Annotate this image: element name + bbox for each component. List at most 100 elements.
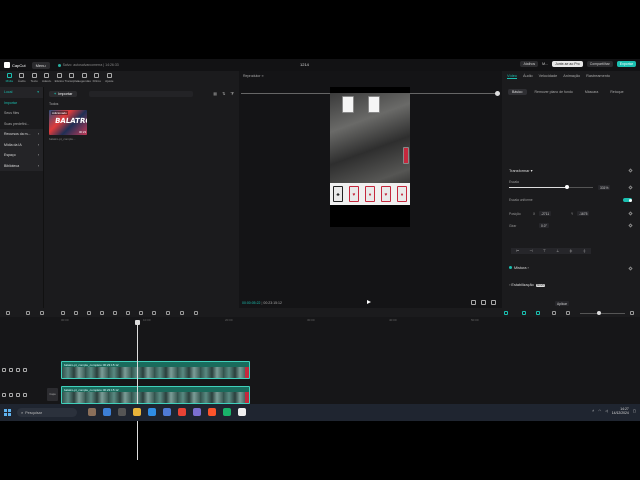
align-right-icon[interactable]: ⊣ bbox=[524, 248, 537, 254]
menu-icon[interactable]: ≡ bbox=[262, 74, 264, 78]
split-icon[interactable] bbox=[61, 311, 65, 315]
transform-section-title[interactable]: Transformar ▾ bbox=[509, 168, 533, 173]
lock-icon[interactable] bbox=[2, 393, 6, 397]
sidebar-item-import[interactable]: Importar bbox=[0, 98, 43, 109]
mirror-icon[interactable] bbox=[139, 311, 143, 315]
magnet-icon[interactable] bbox=[536, 311, 540, 315]
sidebar-item-your-files[interactable]: Seus files bbox=[0, 108, 43, 119]
speaker-icon[interactable] bbox=[16, 368, 20, 372]
taskbar-clock[interactable]: 14:27 14/12/2024 bbox=[612, 407, 629, 415]
task-view-icon[interactable] bbox=[118, 408, 126, 416]
app-icon[interactable] bbox=[193, 408, 201, 416]
keyframe-icon[interactable] bbox=[628, 211, 633, 216]
export-button[interactable]: Exportar bbox=[616, 61, 636, 67]
cover-button[interactable]: Capa bbox=[47, 388, 58, 401]
subtab-retouch[interactable]: Retoque bbox=[606, 89, 627, 95]
blend-section-title[interactable]: Mistura › bbox=[509, 266, 529, 270]
project-title[interactable]: 1214 bbox=[300, 62, 309, 67]
keyframe-icon[interactable] bbox=[628, 266, 633, 271]
ai-icon[interactable] bbox=[180, 311, 184, 315]
sidebar-item-space[interactable]: Espaço › bbox=[0, 150, 43, 161]
player-progress-knob[interactable] bbox=[495, 91, 500, 96]
link-icon[interactable] bbox=[522, 311, 526, 315]
blend-enabled-icon[interactable] bbox=[509, 266, 512, 269]
windows-start-icon[interactable] bbox=[4, 409, 11, 416]
freeze-icon[interactable] bbox=[113, 311, 117, 315]
taskbar-search[interactable]: ⌕ Pesquisar bbox=[17, 408, 77, 417]
sidebar-item-ai-media[interactable]: Mídia da IA › bbox=[0, 139, 43, 150]
menu-button[interactable]: Menu bbox=[31, 61, 50, 69]
timeline-clip[interactable]: balatro-pt_comple_completo 00:23:15:12 bbox=[61, 386, 250, 404]
media-filter-all[interactable]: Todos bbox=[49, 102, 58, 106]
tool-text[interactable]: Texto bbox=[28, 71, 41, 85]
play-icon[interactable] bbox=[367, 300, 371, 304]
chrome-icon[interactable] bbox=[178, 408, 186, 416]
chevron-up-icon[interactable]: ˄ bbox=[592, 409, 594, 413]
copilot-icon[interactable] bbox=[103, 408, 111, 416]
tab-audio[interactable]: Áudio bbox=[523, 74, 533, 79]
align-bottom-icon[interactable]: ⊥ bbox=[551, 248, 564, 254]
crop-icon[interactable] bbox=[166, 311, 170, 315]
uniform-scale-toggle[interactable] bbox=[623, 198, 632, 202]
subtab-basic[interactable]: Básico bbox=[508, 89, 527, 95]
sidebar-item-media-resources[interactable]: Recursos da m... › bbox=[0, 129, 43, 140]
speaker-icon[interactable] bbox=[16, 393, 20, 397]
edge-icon[interactable] bbox=[148, 408, 156, 416]
mask-icon[interactable] bbox=[100, 311, 104, 315]
align-center-h-icon[interactable]: ╪ bbox=[564, 248, 577, 254]
keyframe-icon[interactable] bbox=[628, 168, 633, 173]
delete-icon[interactable] bbox=[87, 311, 91, 315]
aspect-ratio-icon[interactable] bbox=[481, 300, 486, 305]
import-button[interactable]: + Importar bbox=[49, 91, 78, 97]
keyframe-icon[interactable] bbox=[628, 223, 633, 228]
tab-speed[interactable]: Velocidade bbox=[539, 74, 558, 79]
zoom-out-icon[interactable] bbox=[566, 311, 570, 315]
position-x-field[interactable]: -2711 bbox=[539, 211, 552, 216]
tab-video[interactable]: Vídeo bbox=[507, 74, 517, 79]
align-center-v-icon[interactable]: ┼ bbox=[578, 248, 591, 254]
filter-icon[interactable]: ⧩ bbox=[230, 91, 234, 96]
grid-view-icon[interactable]: ▦ bbox=[213, 91, 217, 96]
rotate-icon[interactable] bbox=[152, 311, 156, 315]
tool-adjust[interactable]: Ajuste bbox=[103, 71, 116, 85]
playhead[interactable] bbox=[137, 320, 138, 460]
keyframe-icon[interactable] bbox=[628, 185, 633, 190]
transform-icon[interactable] bbox=[194, 311, 198, 315]
more-icon[interactable] bbox=[23, 368, 27, 372]
position-y-field[interactable]: -1675 bbox=[577, 211, 590, 216]
shortcuts-button[interactable]: Atalhos bbox=[520, 61, 539, 67]
sort-icon[interactable]: ⇅ bbox=[222, 91, 225, 96]
subtab-remove-background[interactable]: Remover plano de fundo bbox=[531, 89, 577, 95]
reverse-icon[interactable] bbox=[126, 311, 130, 315]
crop-icon[interactable] bbox=[471, 300, 476, 305]
timeline-ruler[interactable]: 00:00 10:00 20:00 30:00 40:00 50:00 bbox=[59, 317, 640, 325]
wifi-icon[interactable]: ◠ bbox=[598, 409, 601, 413]
sidebar-item-library[interactable]: Biblioteca › bbox=[0, 160, 43, 171]
zoom-in-icon[interactable] bbox=[630, 311, 634, 315]
pro-button[interactable]: Junte-se ao Pro bbox=[552, 61, 583, 67]
capcut-taskbar-icon[interactable] bbox=[238, 408, 246, 416]
tab-tracking[interactable]: Rastreamento bbox=[586, 74, 610, 79]
zoom-slider-knob[interactable] bbox=[597, 311, 601, 315]
timeline-clip[interactable]: balatro-pt_comple_completo 00:23:15:12 bbox=[61, 361, 250, 379]
scale-slider[interactable] bbox=[509, 185, 593, 189]
align-left-icon[interactable]: ⊢ bbox=[511, 248, 524, 254]
user-menu[interactable]: M... bbox=[542, 62, 548, 66]
scale-value[interactable]: 331% bbox=[598, 185, 611, 190]
widget-icon[interactable] bbox=[88, 408, 96, 416]
mic-icon[interactable] bbox=[504, 311, 508, 315]
stabilize-section-title[interactable]: ▫ Estabilização NOVO bbox=[509, 283, 546, 287]
eye-icon[interactable] bbox=[9, 368, 13, 372]
undo-icon[interactable] bbox=[26, 311, 30, 315]
sidebar-item-presets[interactable]: Suas predefini... bbox=[0, 119, 43, 130]
fullscreen-icon[interactable] bbox=[491, 300, 496, 305]
share-button[interactable]: Compartilhar bbox=[586, 61, 613, 67]
notification-icon[interactable]: ▢ bbox=[633, 409, 636, 413]
eye-icon[interactable] bbox=[9, 393, 13, 397]
volume-icon[interactable]: ◁ bbox=[605, 409, 608, 413]
split-left-icon[interactable] bbox=[74, 311, 78, 315]
tool-transitions[interactable]: Transições bbox=[64, 71, 79, 85]
media-search-input[interactable] bbox=[89, 91, 193, 97]
scale-slider-knob[interactable] bbox=[565, 185, 569, 189]
rotate-field[interactable]: 0.0° bbox=[539, 223, 549, 228]
